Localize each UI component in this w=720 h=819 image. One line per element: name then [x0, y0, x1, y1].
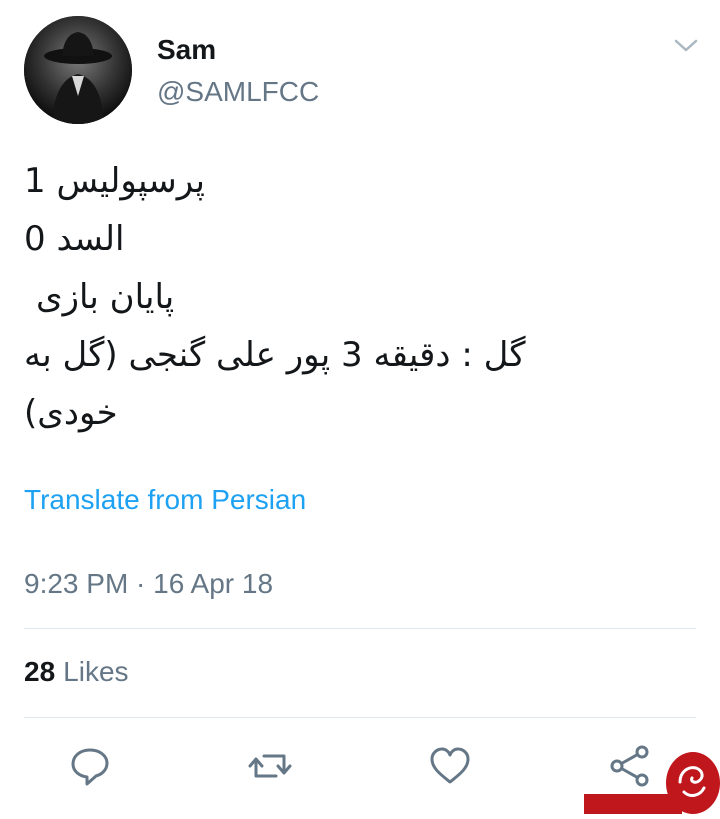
translate-link[interactable]: Translate from Persian	[24, 482, 306, 518]
avatar[interactable]	[24, 16, 132, 124]
chevron-down-icon[interactable]	[672, 36, 700, 56]
author-display-name[interactable]: Sam	[157, 32, 216, 68]
divider	[24, 628, 696, 629]
tweet-text-line: پرسپولیس 1	[24, 161, 205, 201]
heart-icon	[430, 747, 470, 784]
tweet-text-line: خودی)	[24, 393, 118, 433]
tweet-text-line: پایان بازی	[36, 277, 175, 317]
likes-label: Likes	[63, 656, 129, 687]
tweet-text: پرسپولیس 1 السد 0 پایان بازی گل : دقیقه …	[24, 152, 584, 442]
likes-count: 28	[24, 656, 56, 687]
retweet-icon	[248, 754, 292, 778]
likes-summary[interactable]: 28 Likes	[24, 654, 129, 690]
like-button[interactable]	[426, 742, 474, 790]
divider	[24, 717, 696, 718]
avatar-image	[24, 16, 132, 124]
watermark-logo	[584, 752, 720, 814]
reply-icon	[71, 748, 109, 786]
author-handle[interactable]: @SAMLFCC	[157, 74, 319, 110]
retweet-button[interactable]	[246, 742, 294, 790]
watermark-circle	[666, 752, 720, 814]
tweet-text-line: گل : دقیقه 3 پور علی گنجی (گل به	[24, 335, 526, 375]
tweet-text-line: السد 0	[24, 219, 125, 259]
tweet-timestamp[interactable]: 9:23 PM · 16 Apr 18	[24, 566, 273, 602]
reply-button[interactable]	[66, 742, 114, 790]
